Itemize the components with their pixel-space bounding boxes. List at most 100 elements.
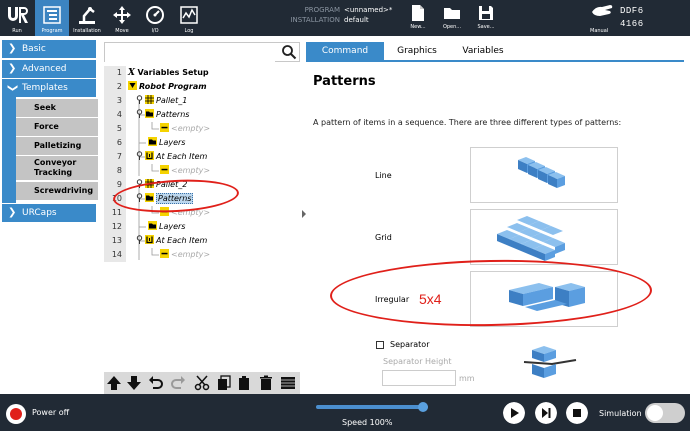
manual-label: Manual [590,28,609,34]
pattern-line-button[interactable] [470,147,618,203]
empty-slot-icon [160,165,169,174]
tree-row[interactable]: 4 Patterns [104,108,300,122]
move-up-icon[interactable] [106,375,122,391]
log-tab[interactable]: Log [172,0,206,36]
manual-mode-button[interactable]: Manual [590,0,614,36]
program-sidebar: ❯ Basic ❯ Advanced ❯ Templates Seek Forc… [0,36,102,394]
sidebar-item-palletizing[interactable]: Palletizing [16,137,98,155]
separator-height-field[interactable] [382,370,456,386]
empty-slot-icon [160,123,169,132]
tree-row[interactable]: 3 Pallet_1 [104,94,300,108]
move-tab[interactable]: Move [105,0,139,36]
separator-checkbox[interactable] [376,341,384,349]
line-number: 7 [116,152,122,161]
search-icon[interactable] [281,44,297,60]
chevron-right-icon: ❯ [8,43,17,54]
panel-tabs: Command Graphics Variables [306,42,690,60]
installation-tab[interactable]: Installation [70,0,104,36]
tree-row[interactable]: 8 <empty> [104,164,300,178]
speed-slider-track[interactable] [316,405,428,409]
tree-search-field[interactable] [104,42,300,65]
step-icon[interactable] [535,402,557,424]
panel-divider-handle[interactable] [301,210,307,218]
sidebar-group-urcaps[interactable]: ❯ URCaps [2,204,96,222]
simulation-toggle[interactable] [645,403,685,423]
at-each-item-icon [145,235,154,244]
sidebar-group-basic[interactable]: ❯ Basic [2,40,96,58]
sidebar-item-screwdriving[interactable]: Screwdriving [16,182,98,200]
page-description: A pattern of items in a sequence. There … [313,118,622,127]
delete-icon[interactable] [258,375,274,391]
run-tab[interactable]: Run [0,0,34,36]
speed-slider-handle[interactable] [418,402,428,412]
nav-label: Move [115,28,129,34]
line-number: 9 [116,180,122,189]
tree-node-label: Pallet_2 [156,180,188,189]
io-tab[interactable]: I/O [138,0,172,36]
undo-icon[interactable] [148,375,164,391]
tree-row[interactable]: 5 <empty> [104,122,300,136]
nav-label: I/O [151,28,159,34]
program-name: <unnamed>* [344,6,393,14]
tree-row[interactable]: 10 Patterns [104,192,300,206]
tab-variables[interactable]: Variables [452,42,514,60]
new-button[interactable]: New... [404,0,432,36]
tree-row[interactable]: 14 <empty> [104,248,300,262]
sidebar-item-seek[interactable]: Seek [16,99,98,117]
cube-grid [497,216,565,261]
nav-label: Log [184,28,194,34]
power-button[interactable] [6,404,26,424]
move-down-icon[interactable] [126,375,142,391]
pattern-grid-button[interactable] [470,209,618,265]
robot-arm-icon [79,7,95,24]
chevron-right-icon: ❯ [8,63,17,74]
pin-icon [136,109,143,118]
tree-node: <empty> [160,122,210,136]
tree-row[interactable]: 13 At Each Item [104,234,300,248]
tree-row[interactable]: 1 X Variables Setup [104,66,300,80]
paste-icon[interactable] [236,375,252,391]
bottom-bar: Power off Speed 100% Simulation [0,394,690,431]
sidebar-group-advanced[interactable]: ❯ Advanced [2,60,96,78]
separator-illustration [523,346,577,378]
open-button[interactable]: Open... [438,0,466,36]
play-icon[interactable] [503,402,525,424]
tree-row[interactable]: 7 At Each Item [104,150,300,164]
stop-icon[interactable] [566,402,588,424]
tree-node: At Each Item [136,234,207,248]
robot-id-line2: 4166 [620,19,644,29]
file-label: Open... [442,24,462,30]
cut-icon[interactable] [194,375,210,391]
tree-row[interactable]: 2 Robot Program [104,80,300,94]
tree-row[interactable]: 6 Layers [104,136,300,150]
sidebar-item-force[interactable]: Force [16,118,98,136]
tab-command[interactable]: Command [306,42,384,60]
redo-icon[interactable] [170,375,186,391]
save-button[interactable]: Save... [472,0,500,36]
tree-row[interactable]: 11 <empty> [104,206,300,220]
hand-icon [592,5,613,16]
program-tab[interactable]: Program [35,0,69,36]
line-number: 3 [116,96,122,105]
pattern-irregular-button[interactable] [470,271,618,327]
nav-label: Run [12,28,22,34]
tree-node: Layers [148,136,185,150]
new-file-icon [412,5,424,21]
tree-node: Robot Program [128,80,207,94]
tree-node-label: Robot Program [139,82,207,91]
tree-row[interactable]: 9 Pallet_2 [104,178,300,192]
tree-search-input[interactable] [105,46,275,65]
sidebar-item-conveyor-tracking[interactable]: Conveyor Tracking [16,156,98,180]
variable-x-icon: X [128,68,135,78]
tree-row[interactable]: 12 Layers [104,220,300,234]
copy-icon[interactable] [216,375,232,391]
chevron-right-icon: ❯ [8,207,17,218]
sidebar-item-label: Screwdriving [34,186,94,195]
save-icon [479,6,493,20]
sidebar-group-templates[interactable]: ❯ Templates [2,79,96,97]
tab-graphics[interactable]: Graphics [386,42,448,60]
tree-node-label-selected: Patterns [156,193,194,204]
program-key: PROGRAM [304,6,340,14]
folder-icon [145,109,154,118]
suppress-icon[interactable] [280,375,296,391]
